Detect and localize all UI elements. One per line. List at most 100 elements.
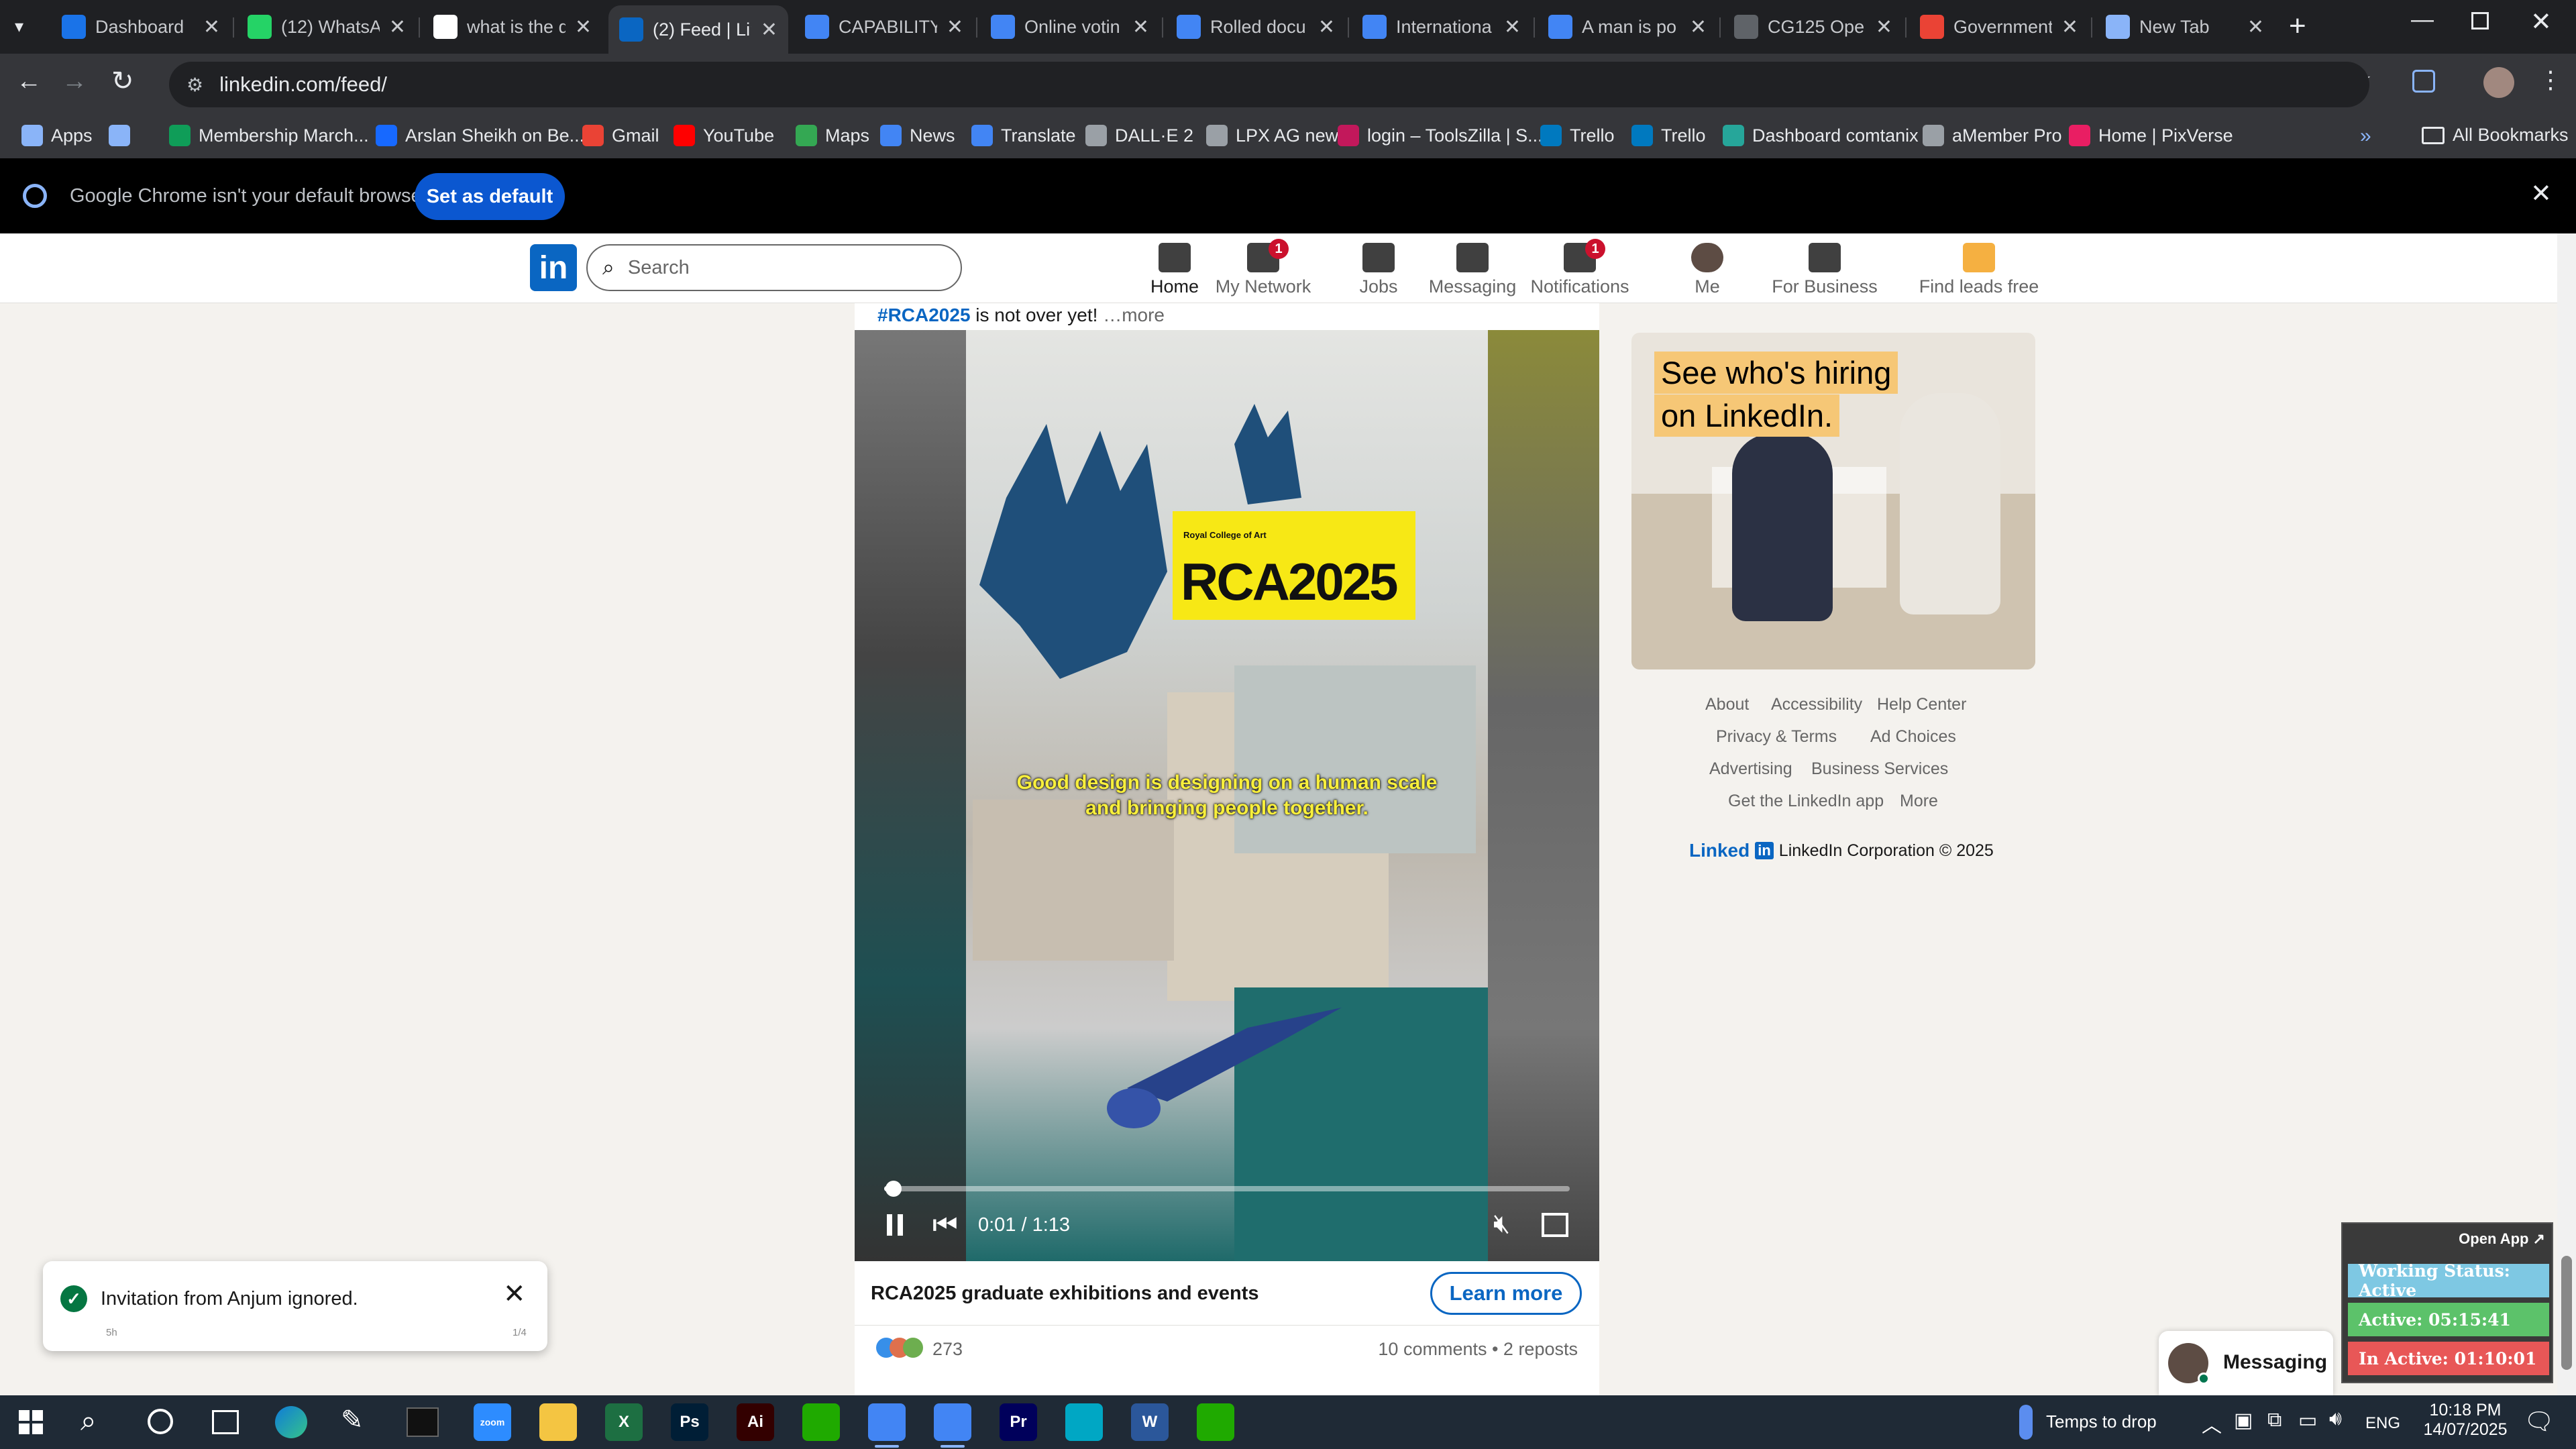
tab-close-icon[interactable]: ✕ xyxy=(2061,15,2078,39)
tray-expand-icon[interactable]: ︿ xyxy=(2202,1409,2222,1438)
tab-close-icon[interactable]: ✕ xyxy=(389,15,406,39)
tab-close-icon[interactable]: ✕ xyxy=(203,15,220,39)
cortana-icon[interactable] xyxy=(148,1409,173,1434)
tray-update-icon[interactable]: ⧉ xyxy=(2267,1409,2282,1432)
pause-icon[interactable] xyxy=(884,1212,906,1238)
nav-home[interactable]: Home xyxy=(1124,243,1225,316)
browser-tab[interactable]: Government ✕ xyxy=(1909,5,2089,48)
tab-close-icon[interactable]: ✕ xyxy=(1132,15,1149,39)
app-cyan-icon[interactable] xyxy=(1065,1403,1103,1441)
new-tab-button[interactable]: + xyxy=(2289,9,2306,43)
bookmark-item[interactable]: DALL·E 2 xyxy=(1085,125,1193,146)
bookmark-item[interactable]: aMember Pro xyxy=(1923,125,2062,146)
profile-avatar[interactable] xyxy=(2483,67,2514,98)
tab-close-icon[interactable]: ✕ xyxy=(1318,15,1335,39)
footer-link[interactable]: Get the LinkedIn app xyxy=(1728,792,1884,811)
bookmark-item[interactable]: Gmail xyxy=(582,125,659,146)
footer-link[interactable]: Ad Choices xyxy=(1870,727,1956,747)
bookmark-item[interactable]: Translate xyxy=(971,125,1076,146)
close-window-icon[interactable]: ✕ xyxy=(2530,7,2552,37)
address-bar[interactable]: ⚙ linkedin.com/feed/ xyxy=(169,62,2369,107)
skip-back-icon[interactable]: ⏮ xyxy=(932,1209,958,1242)
reaction-count[interactable]: 273 xyxy=(932,1339,963,1360)
scrollbar-thumb[interactable] xyxy=(2561,1256,2572,1370)
word-icon[interactable]: W xyxy=(1131,1403,1169,1441)
all-bookmarks-button[interactable]: All Bookmarks xyxy=(2422,125,2569,146)
post-hashtag[interactable]: #RCA2025 xyxy=(877,305,971,325)
chrome-menu-icon[interactable]: ⋮ xyxy=(2538,66,2563,94)
minimize-icon[interactable]: — xyxy=(2411,7,2434,33)
bookmark-item[interactable]: Membership March... xyxy=(169,125,369,146)
more-bookmarks-icon[interactable]: » xyxy=(2360,125,2371,148)
cta-title[interactable]: RCA2025 graduate exhibitions and events xyxy=(871,1283,1259,1305)
footer-link[interactable]: Privacy & Terms xyxy=(1716,727,1837,747)
nav-jobs[interactable]: Jobs xyxy=(1328,243,1429,297)
tab-close-icon[interactable]: ✕ xyxy=(575,15,592,39)
tab-close-icon[interactable]: ✕ xyxy=(2247,15,2264,39)
browser-tab[interactable]: Online votin ✕ xyxy=(980,5,1160,48)
pen-icon[interactable]: ✎ xyxy=(341,1405,364,1436)
close-infobar-icon[interactable]: ✕ xyxy=(2530,178,2552,209)
forward-icon[interactable]: → xyxy=(62,67,87,96)
footer-link[interactable]: More xyxy=(1900,792,1938,811)
browser-tab[interactable]: New Tab ✕ xyxy=(2095,5,2275,48)
footer-link[interactable]: Business Services xyxy=(1811,759,1948,779)
video-progress-track[interactable] xyxy=(884,1186,1570,1191)
comments-reposts[interactable]: 10 comments • 2 reposts xyxy=(1378,1339,1578,1360)
post-video-player[interactable]: Royal College of Art RCA2025 Good design… xyxy=(855,330,1599,1261)
illustrator-icon[interactable]: Ai xyxy=(737,1403,774,1441)
language-indicator[interactable]: ENG xyxy=(2365,1414,2400,1433)
nav-notifications[interactable]: 1 Notifications xyxy=(1529,239,1630,297)
back-icon[interactable]: ← xyxy=(16,67,42,96)
app-green-2-icon[interactable] xyxy=(1197,1403,1234,1441)
bookmark-item[interactable]: Apps xyxy=(21,125,93,146)
search-taskbar-icon[interactable]: ⌕ xyxy=(80,1405,97,1438)
browser-tab[interactable]: what is the di ✕ xyxy=(423,5,602,48)
learn-more-button[interactable]: Learn more xyxy=(1430,1272,1582,1315)
task-view-icon[interactable] xyxy=(212,1410,239,1434)
linkedin-logo[interactable]: in xyxy=(530,244,577,291)
mute-icon[interactable]: 🔇︎ xyxy=(1493,1209,1510,1239)
footer-link[interactable]: Accessibility xyxy=(1771,695,1862,714)
bookmark-item[interactable]: login – ToolsZilla | S... xyxy=(1338,125,1543,146)
search-box[interactable]: ⌕ Search xyxy=(586,244,962,291)
nav-messaging[interactable]: Messaging xyxy=(1422,243,1523,297)
app-green-icon[interactable] xyxy=(802,1403,840,1441)
footer-link[interactable]: About xyxy=(1705,695,1749,714)
browser-tab[interactable]: CAPABILITY ✕ xyxy=(794,5,974,48)
page-scrollbar[interactable] xyxy=(2557,233,2576,1395)
browser-tab[interactable]: (12) WhatsApp ✕ xyxy=(237,5,417,48)
browser-tab[interactable]: A man is po ✕ xyxy=(1538,5,1717,48)
file-explorer-icon[interactable] xyxy=(539,1403,577,1441)
browser-tab[interactable]: Internationa ✕ xyxy=(1352,5,1532,48)
tray-app-icon[interactable]: ▣ xyxy=(2234,1409,2253,1432)
action-center-icon[interactable]: 🗨︎ xyxy=(2524,1407,2555,1436)
footer-link[interactable]: Advertising xyxy=(1709,759,1792,779)
tab-close-icon[interactable]: ✕ xyxy=(761,18,777,42)
see-more-link[interactable]: …more xyxy=(1103,305,1165,325)
bookmark-item[interactable]: Trello xyxy=(1631,125,1706,146)
network-icon[interactable]: ▭ xyxy=(2298,1409,2317,1432)
nav-for-business-grid[interactable]: For Business xyxy=(1751,243,1898,297)
edge-icon[interactable] xyxy=(275,1406,307,1438)
zoom-icon[interactable]: zoom xyxy=(474,1403,511,1441)
fullscreen-icon[interactable] xyxy=(1542,1213,1568,1237)
tab-close-icon[interactable]: ✕ xyxy=(1876,15,1892,39)
chrome-active-icon[interactable] xyxy=(934,1403,971,1441)
bookmark-item[interactable]: LPX AG new xyxy=(1206,125,1338,146)
bookmark-item[interactable]: Home | PixVerse xyxy=(2069,125,2233,146)
messaging-overlay[interactable]: Messaging xyxy=(2159,1331,2333,1395)
nav-find-leads[interactable]: Find leads free xyxy=(1905,243,2053,297)
volume-icon[interactable]: 🔊︎ xyxy=(2329,1407,2342,1430)
tab-search-icon[interactable]: ▾ xyxy=(15,16,23,37)
clock[interactable]: 10:18 PM 14/07/2025 xyxy=(2422,1401,2509,1440)
terminal-icon[interactable] xyxy=(407,1407,439,1437)
weather-text[interactable]: Temps to drop xyxy=(2046,1411,2157,1432)
browser-tab[interactable]: Dashboard ✕ xyxy=(51,5,231,48)
tab-close-icon[interactable]: ✕ xyxy=(1504,15,1521,39)
tab-close-icon[interactable]: ✕ xyxy=(947,15,963,39)
bookmark-item[interactable]: News xyxy=(880,125,955,146)
nav-me[interactable]: Me xyxy=(1657,243,1758,297)
tab-close-icon[interactable]: ✕ xyxy=(1690,15,1707,39)
extensions-icon[interactable] xyxy=(2412,70,2435,93)
